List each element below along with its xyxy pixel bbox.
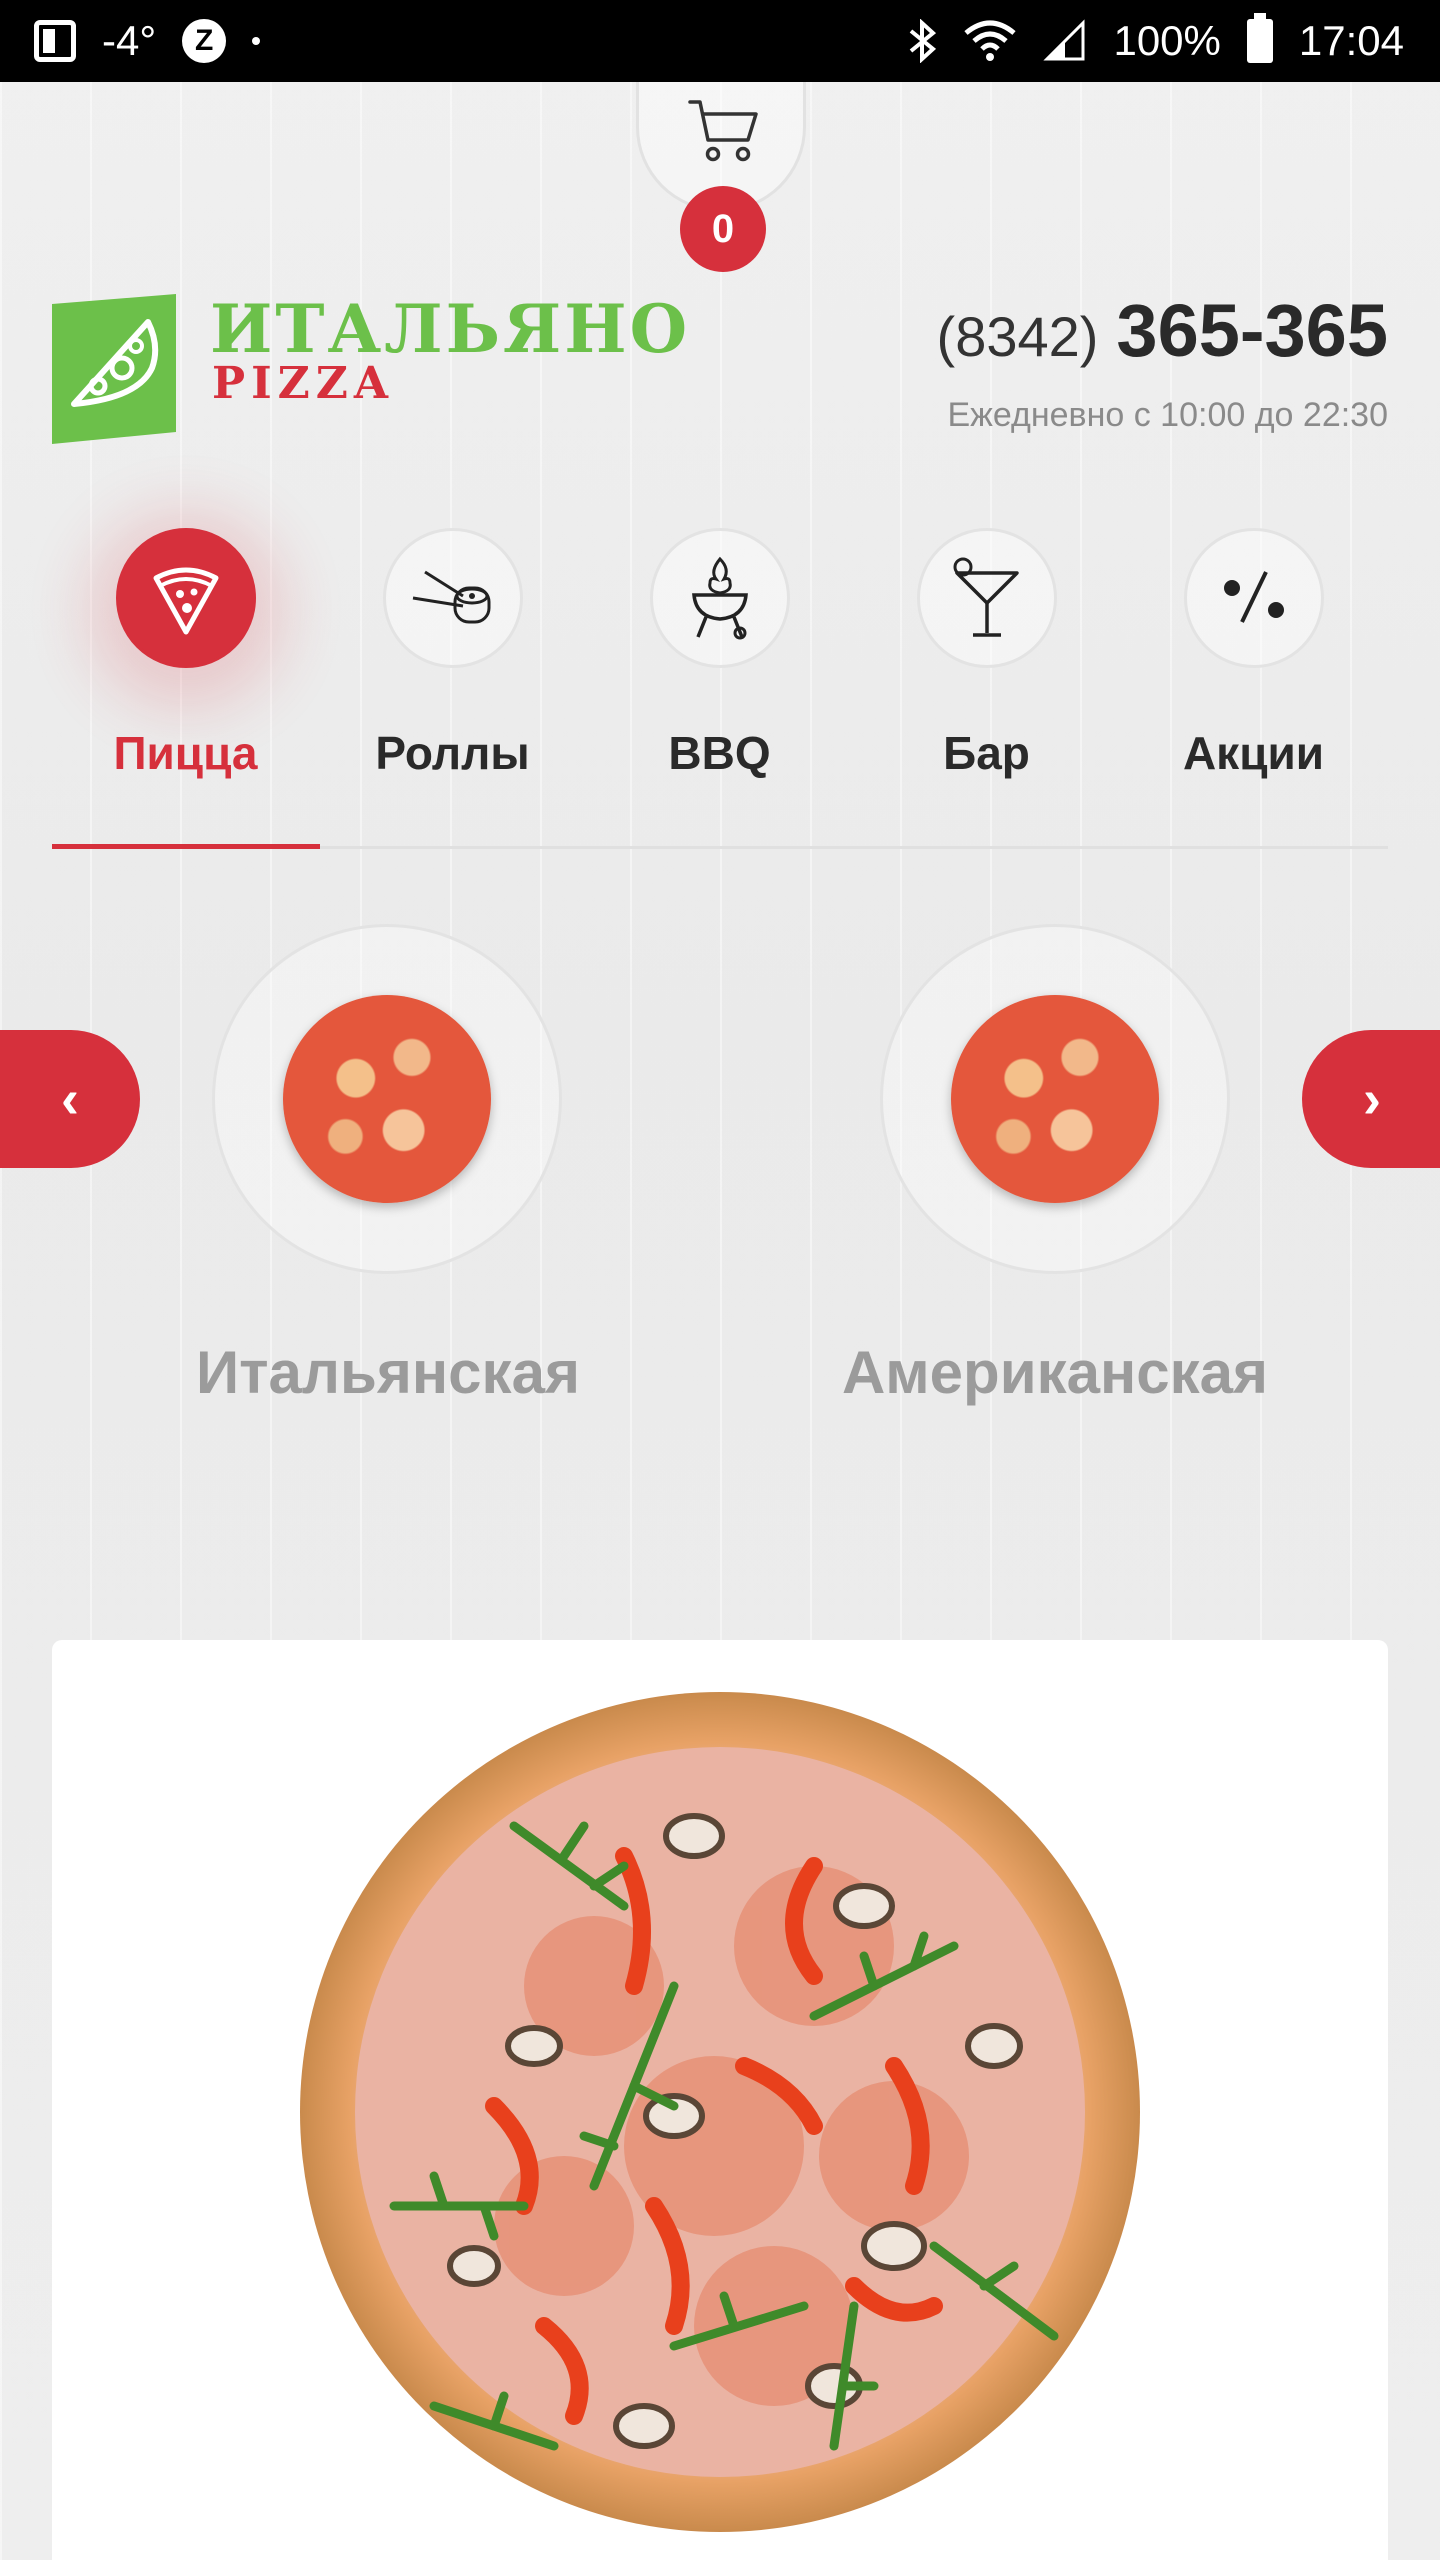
battery-percent: 100% <box>1113 17 1221 64</box>
tab-pizza-label: Пицца <box>113 727 258 779</box>
signal-icon <box>1043 19 1085 61</box>
tab-bbq[interactable]: BBQ <box>586 528 853 848</box>
grill-icon <box>691 556 748 640</box>
pizza-image <box>300 1692 1140 2532</box>
bar-tab-circle <box>916 528 1057 668</box>
tab-rolls-label: Роллы <box>375 727 530 779</box>
notification-dot-icon <box>252 37 261 45</box>
battery-icon <box>1246 13 1273 63</box>
flipboard-icon <box>34 20 76 62</box>
percent-icon <box>1223 571 1284 623</box>
phone-number: 365-365 <box>1116 289 1388 372</box>
logo-title: ИТАЛЬЯНО <box>210 290 691 368</box>
cart-count-badge[interactable]: 0 <box>680 186 766 272</box>
temperature: -4° <box>102 17 157 64</box>
promotions-tab-circle <box>1183 528 1324 668</box>
sushi-roll-icon <box>412 570 490 624</box>
active-tab-indicator <box>52 844 320 849</box>
clock: 17:04 <box>1298 17 1404 64</box>
tab-pizza[interactable]: Пицца <box>52 528 319 848</box>
tab-bar[interactable]: Бар <box>853 528 1120 848</box>
tab-bar-label: Бар <box>943 727 1030 779</box>
tab-bbq-label: BBQ <box>668 727 771 779</box>
wifi-icon <box>964 20 1017 61</box>
subcategory-american[interactable] <box>880 924 1230 1274</box>
cart-icon <box>688 100 758 162</box>
subcategory-italian[interactable] <box>212 924 562 1274</box>
logo-icon <box>52 294 176 444</box>
status-bar: -4° Z 100% 17:04 <box>0 0 1440 82</box>
subcategory-american-label[interactable]: Американская <box>755 1338 1355 1407</box>
tab-rolls[interactable]: Роллы <box>319 528 586 848</box>
logo-subtitle: PIZZA <box>212 358 395 409</box>
working-hours: Ежедневно с 10:00 до 22:30 <box>947 396 1388 434</box>
carousel-next-button[interactable]: › <box>1302 1030 1440 1168</box>
phone-code: (8342) <box>936 305 1099 368</box>
bbq-tab-circle <box>649 528 790 668</box>
pizza-slice-icon <box>153 567 218 635</box>
tab-promotions-label: Акции <box>1182 727 1325 779</box>
subcategory-italian-label[interactable]: Итальянская <box>88 1338 688 1407</box>
italian-pizza-thumbnail <box>283 995 491 1203</box>
carousel-prev-button[interactable]: ‹ <box>0 1030 140 1168</box>
phone-link[interactable]: (8342) 365-365 <box>937 288 1388 373</box>
z-app-icon: Z <box>182 19 227 63</box>
tab-promotions[interactable]: Акции <box>1120 528 1387 848</box>
rolls-tab-circle <box>382 528 523 668</box>
category-tabs: Пицца Роллы BBQ Бар Акции <box>52 528 1388 848</box>
product-card[interactable] <box>52 1640 1388 2560</box>
bluetooth-icon <box>910 19 937 63</box>
american-pizza-thumbnail <box>951 995 1159 1203</box>
pizza-tab-circle <box>115 528 256 668</box>
cocktail-icon <box>953 557 1019 637</box>
